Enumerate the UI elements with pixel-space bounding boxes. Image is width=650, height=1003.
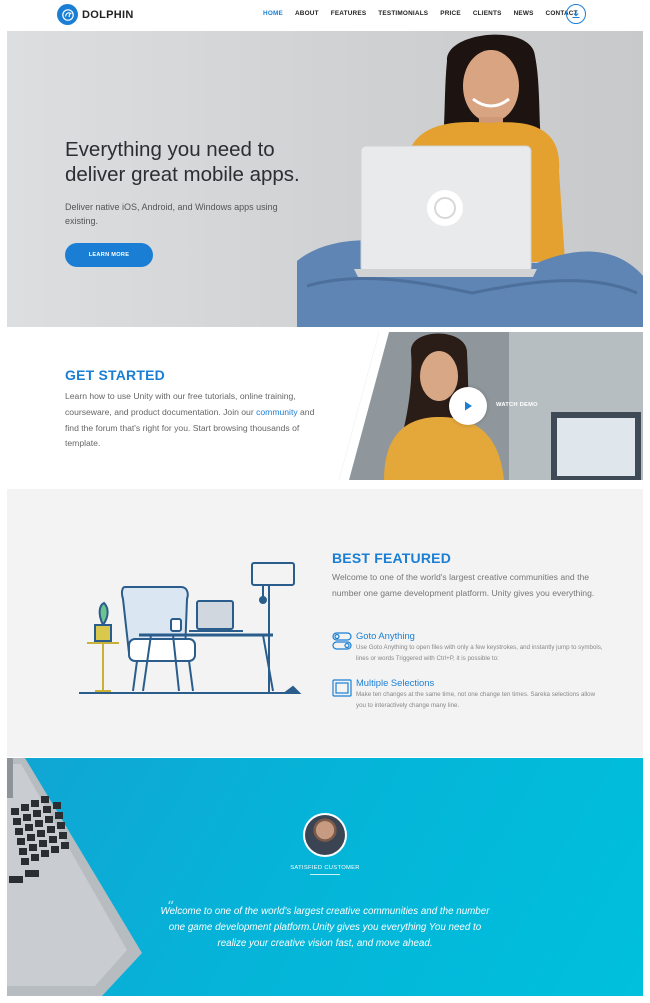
get-started-title-bold: GET [65, 367, 95, 383]
customer-avatar [303, 813, 347, 857]
best-featured-section: BEST FEATURED Welcome to one of the worl… [7, 489, 643, 757]
logo[interactable]: DOLPHIN [57, 4, 134, 25]
best-featured-title: BEST FEATURED [332, 550, 451, 566]
top-navbar: DOLPHIN HOME ABOUT FEATURES TESTIMONIALS… [0, 0, 650, 30]
hero-section: Everything you need to deliver great mob… [7, 31, 643, 327]
desk-workspace-illustration [79, 562, 302, 694]
learn-more-button[interactable]: LEARN MORE [65, 243, 153, 267]
nav-features[interactable]: FEATURES [331, 10, 367, 17]
feature-title: Goto Anything [356, 630, 415, 641]
get-started-section: GET STARTED Learn how to use Unity with … [7, 332, 643, 480]
nav-home[interactable]: HOME [263, 10, 283, 17]
hero-title-line2: deliver great mobile apps. [65, 163, 300, 186]
play-button[interactable] [449, 387, 487, 425]
testimonial-section: SATISFIED CUSTOMER “ Welcome to one of t… [7, 758, 643, 996]
best-featured-title-bold: BEST [332, 550, 371, 566]
best-featured-text: Welcome to one of the world's largest cr… [332, 572, 595, 598]
hero-subtitle-line1: Deliver native iOS, Android, and Windows… [65, 202, 278, 212]
divider [310, 874, 340, 875]
get-started-title-light: STARTED [98, 367, 165, 383]
watch-demo-label[interactable]: WATCH DEMO [496, 402, 538, 408]
selection-icon [332, 679, 352, 697]
satisfied-customer-label: SATISFIED CUSTOMER [290, 865, 360, 871]
play-icon [465, 401, 472, 411]
hero-woman-laptop-image [297, 34, 643, 327]
nav-clients[interactable]: CLIENTS [473, 10, 502, 17]
hero-subtitle-line2: existing. [65, 216, 99, 226]
dolphin-logo-icon [57, 4, 78, 25]
download-button[interactable] [566, 4, 586, 24]
community-link[interactable]: community [256, 407, 298, 417]
feature-desc: Use Goto Anything to open files with onl… [356, 644, 603, 662]
nav-price[interactable]: PRICE [440, 10, 461, 17]
hero-subtitle: Deliver native iOS, Android, and Windows… [65, 200, 305, 228]
hero-title-line1: Everything you need to [65, 138, 275, 161]
toggle-icon [332, 632, 352, 650]
laptop-keyboard-image [7, 758, 142, 996]
get-started-title: GET STARTED [65, 367, 165, 383]
nav-news[interactable]: NEWS [514, 10, 534, 17]
testimonial-quote: Welcome to one of the world's largest cr… [160, 906, 490, 949]
nav-about[interactable]: ABOUT [295, 10, 319, 17]
feature-title: Multiple Selections [356, 677, 435, 688]
main-menu: HOME ABOUT FEATURES TESTIMONIALS PRICE C… [263, 10, 590, 17]
demo-video-thumbnail [339, 332, 643, 480]
brand-name: DOLPHIN [82, 8, 134, 21]
best-featured-title-light: FEATURED [374, 550, 452, 566]
get-started-text: Learn how to use Unity with our free tut… [65, 389, 325, 452]
download-icon [572, 10, 580, 18]
feature-desc: Make ten changes at the same time, not o… [356, 691, 596, 709]
nav-testimonials[interactable]: TESTIMONIALS [378, 10, 428, 17]
page: DOLPHIN HOME ABOUT FEATURES TESTIMONIALS… [0, 0, 650, 1003]
